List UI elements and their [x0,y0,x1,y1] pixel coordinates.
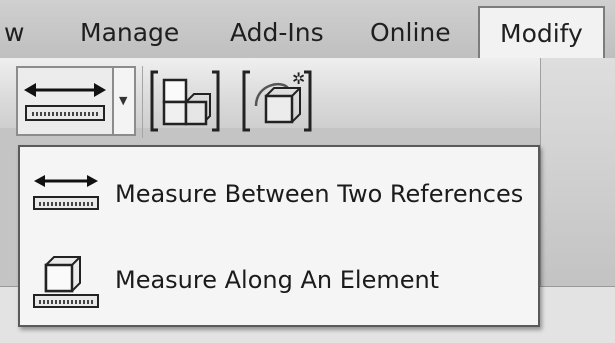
ribbon-tab-bar: w Manage Add-Ins Online Modify [0,0,615,59]
chevron-down-icon: ▼ [119,94,128,107]
measure-dropdown-menu: Measure Between Two References Measure A… [18,145,540,327]
measure-along-icon [33,256,99,308]
menu-item-measure-along[interactable]: Measure Along An Element [20,239,538,325]
copy-elements-button[interactable] [150,66,220,136]
tab-add-ins[interactable]: Add-Ins [230,18,324,48]
ribbon-separator [142,66,143,138]
svg-text:✲: ✲ [292,69,305,88]
measure-between-icon [24,83,106,121]
menu-item-label: Measure Along An Element [115,266,440,294]
tab-manage[interactable]: Manage [80,18,179,48]
menu-item-label: Measure Between Two References [115,180,524,208]
copy-elements-icon [150,70,220,132]
tab-view[interactable]: w [4,18,24,48]
tab-modify[interactable]: Modify [478,6,605,58]
create-similar-icon: ✲ [242,69,312,132]
measure-button[interactable] [18,68,114,134]
menu-item-measure-between[interactable]: Measure Between Two References [20,151,538,237]
create-similar-button[interactable]: ✲ [242,66,312,136]
measure-split-button[interactable]: ▼ [16,66,136,136]
measure-dropdown-arrow[interactable]: ▼ [114,68,134,134]
measure-between-icon [33,175,99,210]
tab-online[interactable]: Online [370,18,451,48]
